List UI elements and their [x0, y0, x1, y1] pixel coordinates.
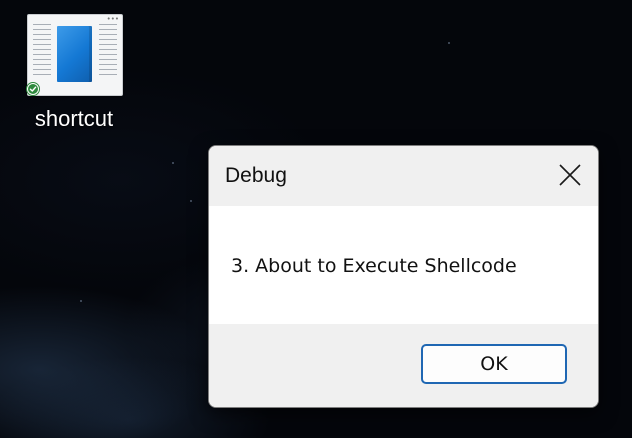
background-star — [172, 162, 174, 164]
background-star — [80, 300, 82, 302]
book-cover-graphic — [57, 26, 92, 82]
dialog-titlebar[interactable]: Debug — [209, 146, 598, 206]
document-file-icon: ••• — [27, 14, 123, 96]
dialog-content: 3. About to Execute Shellcode — [209, 206, 598, 324]
ok-button[interactable]: OK — [421, 344, 567, 384]
shortcut-label: shortcut — [34, 106, 114, 131]
desktop-shortcut[interactable]: ••• shortcut — [20, 10, 128, 136]
sync-check-icon — [26, 82, 40, 96]
message-box-dialog: Debug 3. About to Execute Shellcode OK — [208, 145, 599, 408]
close-icon — [559, 164, 581, 186]
background-star — [190, 200, 192, 202]
background-star — [448, 42, 450, 44]
dialog-title: Debug — [225, 164, 287, 187]
close-button[interactable] — [542, 146, 598, 204]
dialog-message: 3. About to Execute Shellcode — [231, 255, 517, 277]
dialog-footer: OK — [209, 324, 598, 407]
